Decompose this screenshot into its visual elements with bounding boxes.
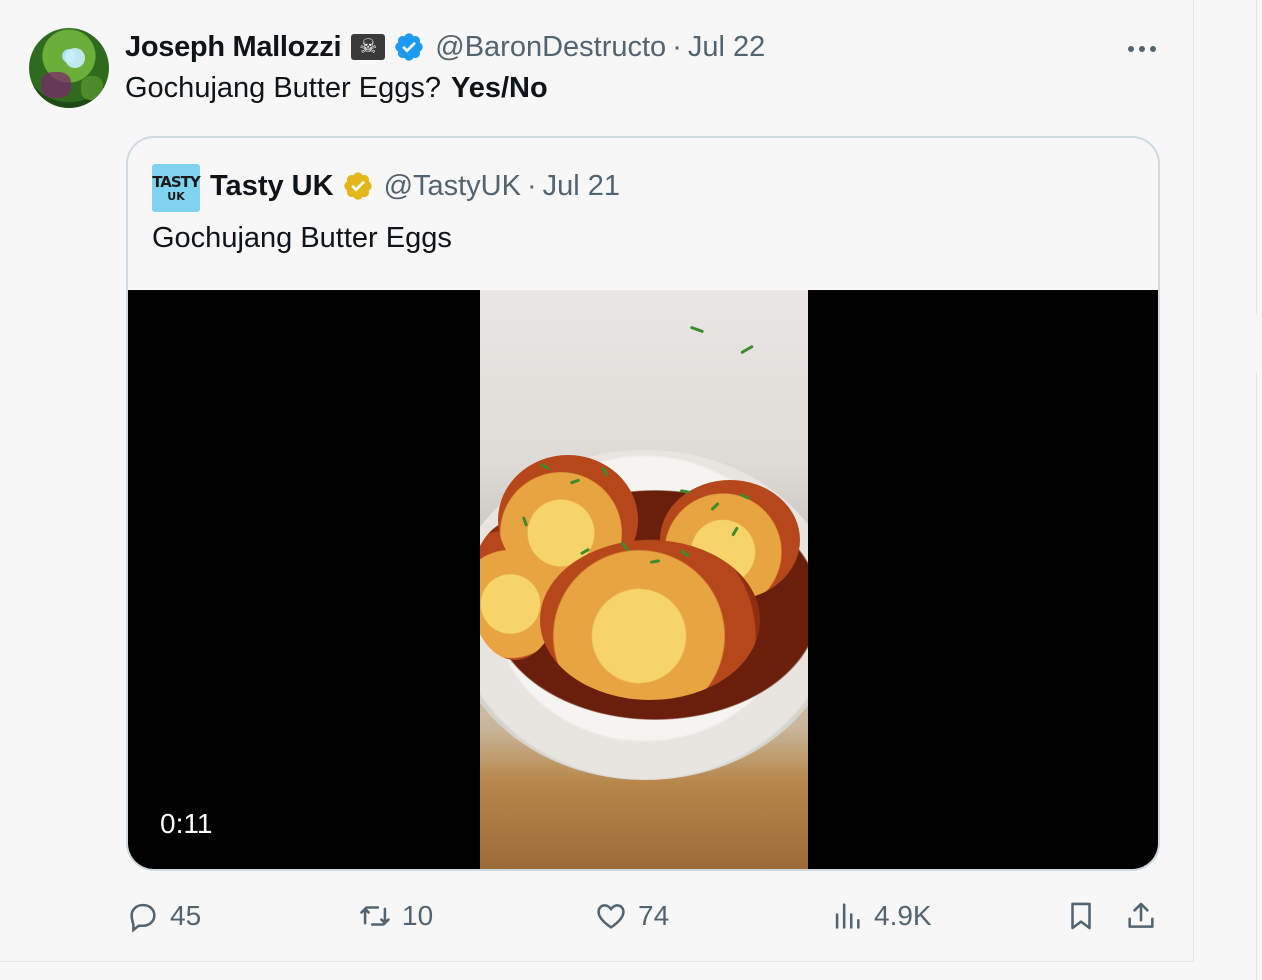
bookmark-button[interactable]	[1064, 898, 1098, 934]
tweet-actions: 45 10 74 4.9K	[0, 890, 1194, 944]
quote-header-separator: ·	[526, 169, 537, 202]
quoted-tweet[interactable]: TASTY UK Tasty UK @TastyUK · Jul 21 Goch…	[126, 136, 1160, 871]
header-separator: ·	[672, 30, 682, 63]
page: Joseph Mallozzi ☠ @BaronDestructo · Jul …	[0, 0, 1262, 980]
like-count: 74	[638, 900, 670, 931]
tweet-header: Joseph Mallozzi ☠ @BaronDestructo · Jul …	[125, 30, 765, 64]
video-player[interactable]: 0:11	[128, 290, 1158, 869]
quote-header: Tasty UK @TastyUK · Jul 21	[210, 168, 620, 204]
video-thumbnail	[480, 290, 808, 869]
quote-text: Gochujang Butter Eggs	[152, 222, 452, 254]
reply-button[interactable]: 45	[126, 898, 201, 934]
views-count: 4.9K	[874, 900, 932, 931]
retweet-count: 10	[402, 900, 434, 931]
views-icon	[835, 903, 860, 929]
quote-author-name[interactable]: Tasty UK	[210, 170, 334, 203]
author-handle[interactable]: @BaronDestructo	[435, 31, 666, 64]
verified-badge-icon[interactable]	[393, 31, 425, 63]
quote-author-handle[interactable]: @TastyUK	[384, 170, 521, 203]
reply-count: 45	[170, 900, 202, 931]
video-duration: 0:11	[160, 808, 213, 839]
quote-author-avatar[interactable]: TASTY UK	[152, 164, 201, 212]
tweet-card[interactable]: Joseph Mallozzi ☠ @BaronDestructo · Jul …	[0, 0, 1194, 962]
avatar-logo-subtext: UK	[167, 189, 185, 203]
adjacent-panel-edge	[1256, 0, 1262, 980]
tweet-text-bold: Yes/No	[450, 72, 548, 104]
share-button[interactable]	[1124, 898, 1158, 934]
skull-emoji-icon: ☠	[351, 34, 386, 60]
heart-icon	[597, 904, 625, 929]
author-name[interactable]: Joseph Mallozzi	[125, 31, 342, 64]
retweet-icon	[360, 906, 390, 926]
tweet-text-main: Gochujang Butter Eggs?	[125, 72, 441, 104]
tweet-text: Gochujang Butter Eggs? Yes/No	[125, 72, 548, 105]
gold-verified-badge-icon[interactable]	[342, 170, 374, 202]
like-button[interactable]: 74	[594, 898, 669, 934]
more-options-button[interactable]	[1122, 34, 1162, 64]
author-avatar[interactable]	[29, 28, 109, 108]
reply-icon	[130, 903, 156, 933]
tweet-date[interactable]: Jul 22	[688, 31, 765, 64]
views-button[interactable]: 4.9K	[830, 898, 932, 934]
retweet-button[interactable]: 10	[358, 898, 433, 934]
avatar-logo-text: TASTY	[152, 172, 201, 191]
share-icon	[1128, 902, 1154, 928]
more-icon	[1128, 46, 1134, 52]
quote-date[interactable]: Jul 21	[543, 170, 620, 203]
bookmark-icon	[1071, 902, 1091, 930]
